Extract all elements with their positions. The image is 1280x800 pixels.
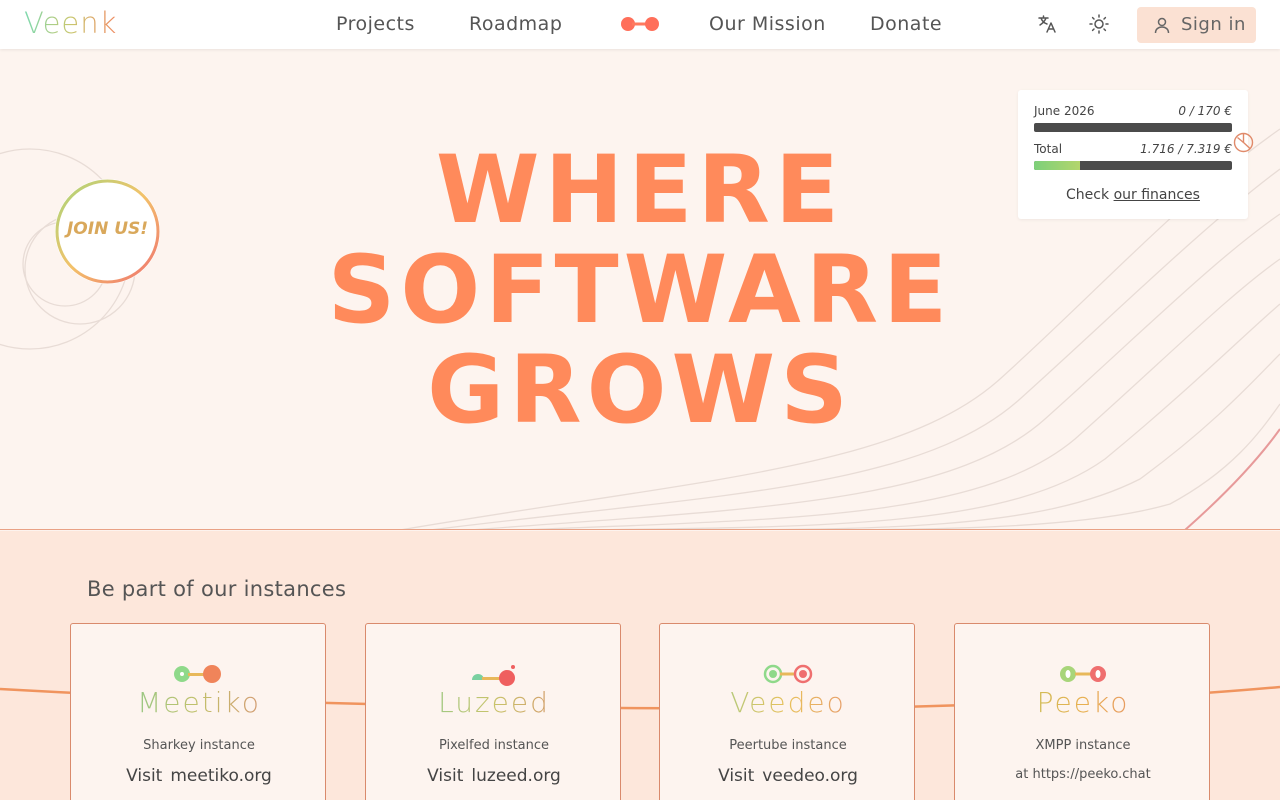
total-label: Total bbox=[1034, 142, 1063, 156]
instance-card-veedeo: Veedeo Peertube instance Visit veedeo.org bbox=[659, 623, 915, 800]
dots-logo-icon[interactable] bbox=[620, 16, 660, 32]
top-navigation: Veenk Projects Roadmap Our Mission Donat… bbox=[0, 0, 1280, 49]
visit-label: Visit bbox=[718, 766, 755, 786]
meetiko-subtitle: Sharkey instance bbox=[143, 738, 255, 753]
veedeo-name: Veedeo bbox=[660, 686, 916, 719]
peeko-address: at https://peeko.chat bbox=[1015, 767, 1151, 782]
nav-projects[interactable]: Projects bbox=[336, 13, 415, 35]
join-us-label: JOIN US! bbox=[66, 219, 149, 239]
meetiko-name: Meetiko bbox=[71, 686, 327, 719]
finance-check-text: Check our finances bbox=[1018, 187, 1248, 203]
total-value: 1.716 / 7.319 € bbox=[1140, 142, 1232, 156]
instances-section: Be part of our instances Meetiko Sharkey… bbox=[0, 531, 1280, 800]
month-label: June 2026 bbox=[1034, 104, 1095, 118]
translate-icon[interactable] bbox=[1036, 13, 1058, 35]
sign-in-label: Sign in bbox=[1181, 14, 1246, 35]
nav-donate[interactable]: Donate bbox=[870, 13, 942, 35]
finance-widget: June 2026 0 / 170 € Total 1.716 / 7.319 … bbox=[1018, 90, 1248, 219]
total-progress-bar bbox=[1034, 161, 1232, 170]
visit-label: Visit bbox=[126, 766, 163, 786]
visit-label: Visit bbox=[427, 766, 464, 786]
month-progress-bar bbox=[1034, 123, 1232, 132]
check-prefix: Check bbox=[1066, 187, 1110, 203]
hero-section: WHERE SOFTWARE GROWS JOIN US! June 2026 … bbox=[0, 49, 1280, 530]
instances-title: Be part of our instances bbox=[87, 577, 347, 601]
veedeo-link[interactable]: veedeo.org bbox=[762, 766, 858, 786]
user-icon bbox=[1154, 17, 1170, 34]
logo[interactable]: Veenk bbox=[24, 6, 117, 40]
meetiko-link[interactable]: meetiko.org bbox=[170, 766, 272, 786]
peeko-subtitle: XMPP instance bbox=[1035, 738, 1131, 753]
luzeed-subtitle: Pixelfed instance bbox=[438, 738, 550, 753]
luzeed-visit[interactable]: Visit luzeed.org bbox=[366, 766, 622, 786]
nav-our-mission[interactable]: Our Mission bbox=[709, 13, 826, 35]
headline-line-2: SOFTWARE bbox=[327, 236, 953, 345]
veedeo-visit[interactable]: Visit veedeo.org bbox=[660, 766, 916, 786]
luzeed-name: Luzeed bbox=[366, 686, 622, 719]
nav-roadmap[interactable]: Roadmap bbox=[469, 13, 562, 35]
meetiko-visit[interactable]: Visit meetiko.org bbox=[71, 766, 327, 786]
total-progress-fill bbox=[1034, 161, 1081, 170]
our-finances-link[interactable]: our finances bbox=[1114, 187, 1200, 203]
logo-text: Veenk bbox=[24, 6, 118, 40]
luzeed-link[interactable]: luzeed.org bbox=[471, 766, 560, 786]
sun-icon[interactable] bbox=[1088, 13, 1110, 35]
headline-line-3: GROWS bbox=[427, 336, 853, 445]
veedeo-subtitle: Peertube instance bbox=[729, 738, 847, 753]
sign-in-button[interactable]: Sign in bbox=[1137, 7, 1256, 43]
month-value: 0 / 170 € bbox=[1178, 104, 1232, 118]
peeko-name: Peeko bbox=[955, 686, 1211, 719]
join-us-button[interactable]: JOIN US! bbox=[55, 179, 160, 284]
instance-card-meetiko: Meetiko Sharkey instance Visit meetiko.or… bbox=[70, 623, 326, 800]
pie-chart-icon[interactable] bbox=[1233, 132, 1254, 153]
instance-card-luzeed: Luzeed Pixelfed instance Visit luzeed.org bbox=[365, 623, 621, 800]
instance-card-peeko: Peeko XMPP instance at https://peeko.cha… bbox=[954, 623, 1210, 800]
